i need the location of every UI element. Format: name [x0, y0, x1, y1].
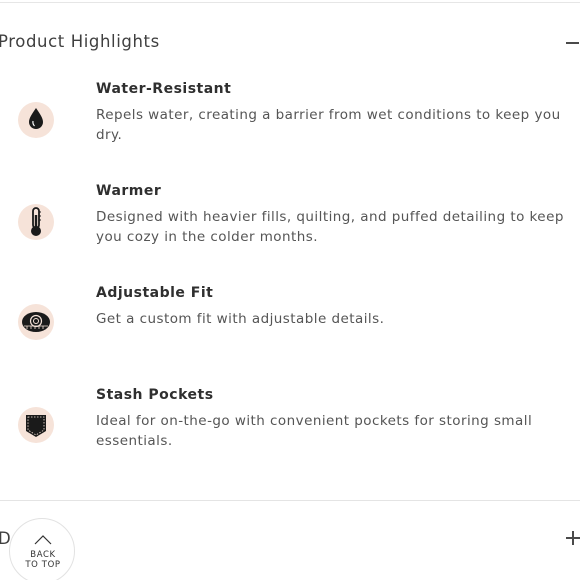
section-title: Product Highlights	[0, 32, 160, 51]
chevron-up-icon	[34, 535, 52, 545]
measuring-tape-icon	[14, 300, 58, 344]
water-drop-icon	[14, 98, 58, 142]
feature-description: Get a custom fit with adjustable details…	[96, 311, 385, 327]
feature-title: Stash Pockets	[96, 387, 214, 403]
product-highlights-page: Product Highlights Water-Resistant Repel…	[0, 0, 580, 580]
thermometer-icon	[14, 200, 58, 244]
back-to-top-label: BACK TO TOP	[25, 550, 61, 570]
feature-title: Water-Resistant	[96, 81, 232, 97]
minus-icon[interactable]	[566, 42, 579, 44]
feature-description: Designed with heavier fills, quilting, a…	[96, 209, 564, 245]
product-highlights-header[interactable]: Product Highlights	[0, 22, 580, 62]
plus-icon[interactable]	[566, 531, 580, 545]
feature-title: Adjustable Fit	[96, 285, 214, 301]
back-to-top-button[interactable]: BACK TO TOP	[9, 518, 75, 580]
feature-description: Ideal for on-the-go with convenient pock…	[96, 413, 533, 449]
pocket-icon	[14, 403, 58, 447]
top-divider	[0, 2, 580, 3]
feature-title: Warmer	[96, 183, 162, 199]
section-divider	[0, 500, 580, 501]
feature-description: Repels water, creating a barrier from we…	[96, 107, 561, 143]
